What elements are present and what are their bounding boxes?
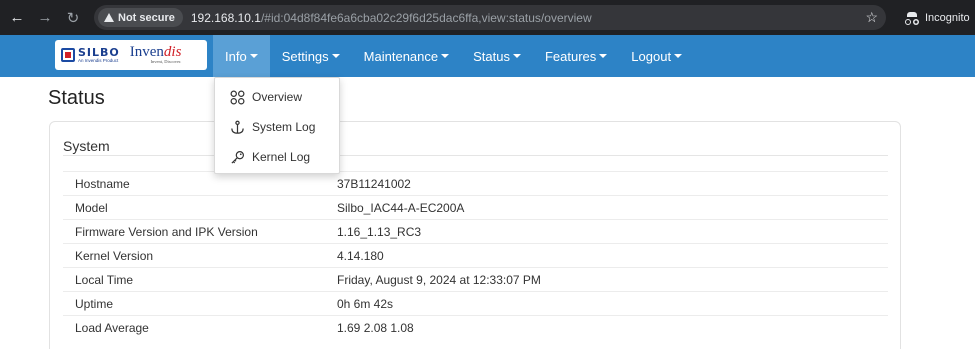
menu-features[interactable]: Features bbox=[533, 35, 619, 77]
invendis-tagline: Invent, Discover. bbox=[150, 59, 182, 65]
row-key: Firmware Version and IPK Version bbox=[75, 224, 258, 239]
url-path: /#id:04d8f84fe6a6cba02c29f6d25dac6ffa,vi… bbox=[260, 10, 592, 25]
row-key: Model bbox=[75, 200, 108, 215]
app-navbar: SILBO An Invendis Product Invendis Inven… bbox=[0, 35, 975, 77]
row-value: 37B11241002 bbox=[337, 176, 411, 191]
forward-arrow-icon[interactable]: → bbox=[34, 7, 56, 29]
url-text[interactable]: 192.168.10.1/#id:04d8f84fe6a6cba02c29f6d… bbox=[191, 11, 592, 25]
caret-down-icon bbox=[674, 54, 683, 58]
main-menu: Info Settings Maintenance Status Feature… bbox=[213, 35, 694, 77]
table-row: Firmware Version and IPK Version 1.16_1.1… bbox=[63, 219, 888, 243]
dropdown-item-overview[interactable]: Overview bbox=[215, 82, 339, 112]
table-row: Local Time Friday, August 9, 2024 at 12:3… bbox=[63, 267, 888, 291]
brand-logo[interactable]: SILBO An Invendis Product Invendis Inven… bbox=[55, 40, 207, 70]
dropdown-item-label: Kernel Log bbox=[252, 150, 311, 164]
system-panel: System Hostname 37B11241002 Model Silbo_IA… bbox=[49, 121, 901, 349]
menu-settings[interactable]: Settings bbox=[270, 35, 352, 77]
security-label: Not secure bbox=[118, 11, 175, 24]
page-title: Status bbox=[48, 87, 105, 109]
row-value: 1.69 2.08 1.08 bbox=[337, 320, 414, 335]
invendis-name: Invendis bbox=[129, 44, 182, 61]
row-key: Local Time bbox=[75, 272, 134, 287]
security-chip[interactable]: Not secure bbox=[98, 8, 183, 27]
caret-down-icon bbox=[441, 54, 450, 58]
warning-icon bbox=[104, 13, 114, 22]
row-value: Friday, August 9, 2024 at 12:33:07 PM bbox=[337, 272, 541, 287]
row-value: 0h 6m 42s bbox=[337, 296, 394, 311]
caret-down-icon bbox=[331, 54, 340, 58]
panel-title: System bbox=[63, 138, 110, 154]
system-info-table: Hostname 37B11241002 Model Silbo_IAC44-A-E… bbox=[63, 171, 888, 339]
incognito-label: Incognito bbox=[925, 11, 970, 24]
table-row: Model Silbo_IAC44-A-EC200A bbox=[63, 195, 888, 219]
dropdown-item-kernel-log[interactable]: Kernel Log bbox=[215, 142, 339, 172]
browser-toolbar: ← → ↻ Not secure 192.168.10.1/#id:04d8f8… bbox=[0, 0, 975, 35]
table-row: Load Average 1.69 2.08 1.08 bbox=[63, 315, 888, 339]
menu-maintenance[interactable]: Maintenance bbox=[352, 35, 461, 77]
row-value: Silbo_IAC44-A-EC200A bbox=[337, 200, 465, 215]
menu-status[interactable]: Status bbox=[461, 35, 533, 77]
table-row: Hostname 37B11241002 bbox=[63, 171, 888, 195]
row-key: Kernel Version bbox=[75, 248, 154, 263]
divider bbox=[63, 155, 888, 156]
table-row: Kernel Version 4.14.180 bbox=[63, 243, 888, 267]
row-value: 1.16_1.13_RC3 bbox=[337, 224, 422, 239]
row-key: Load Average bbox=[75, 320, 149, 335]
anchor-icon bbox=[231, 120, 244, 134]
dropdown-item-system-log[interactable]: System Log bbox=[215, 112, 339, 142]
caret-down-icon bbox=[512, 54, 521, 58]
bookmark-star-icon[interactable]: ☆ bbox=[865, 9, 878, 26]
menu-logout[interactable]: Logout bbox=[619, 35, 694, 77]
silbo-name: SILBO bbox=[78, 45, 120, 59]
menu-info[interactable]: Info bbox=[213, 35, 270, 77]
row-key: Uptime bbox=[75, 296, 114, 311]
info-dropdown: Overview System Log Kernel Log bbox=[214, 77, 340, 174]
incognito-indicator[interactable]: Incognito bbox=[896, 5, 975, 30]
back-arrow-icon[interactable]: ← bbox=[6, 7, 28, 29]
caret-down-icon bbox=[249, 54, 258, 58]
grid-icon bbox=[230, 90, 245, 104]
reload-icon[interactable]: ↻ bbox=[62, 7, 84, 29]
row-value: 4.14.180 bbox=[337, 248, 384, 263]
row-key: Hostname bbox=[75, 176, 130, 191]
url-host: 192.168.10.1 bbox=[190, 10, 261, 25]
caret-down-icon bbox=[599, 54, 608, 58]
dropdown-item-label: Overview bbox=[252, 90, 303, 104]
key-icon bbox=[231, 150, 245, 164]
silbo-logo-icon bbox=[61, 48, 75, 62]
dropdown-item-label: System Log bbox=[252, 120, 316, 134]
incognito-icon bbox=[905, 11, 919, 25]
table-row: Uptime 0h 6m 42s bbox=[63, 291, 888, 315]
silbo-subtitle: An Invendis Product bbox=[78, 57, 119, 63]
address-bar[interactable]: Not secure 192.168.10.1/#id:04d8f84fe6a6… bbox=[94, 5, 886, 30]
